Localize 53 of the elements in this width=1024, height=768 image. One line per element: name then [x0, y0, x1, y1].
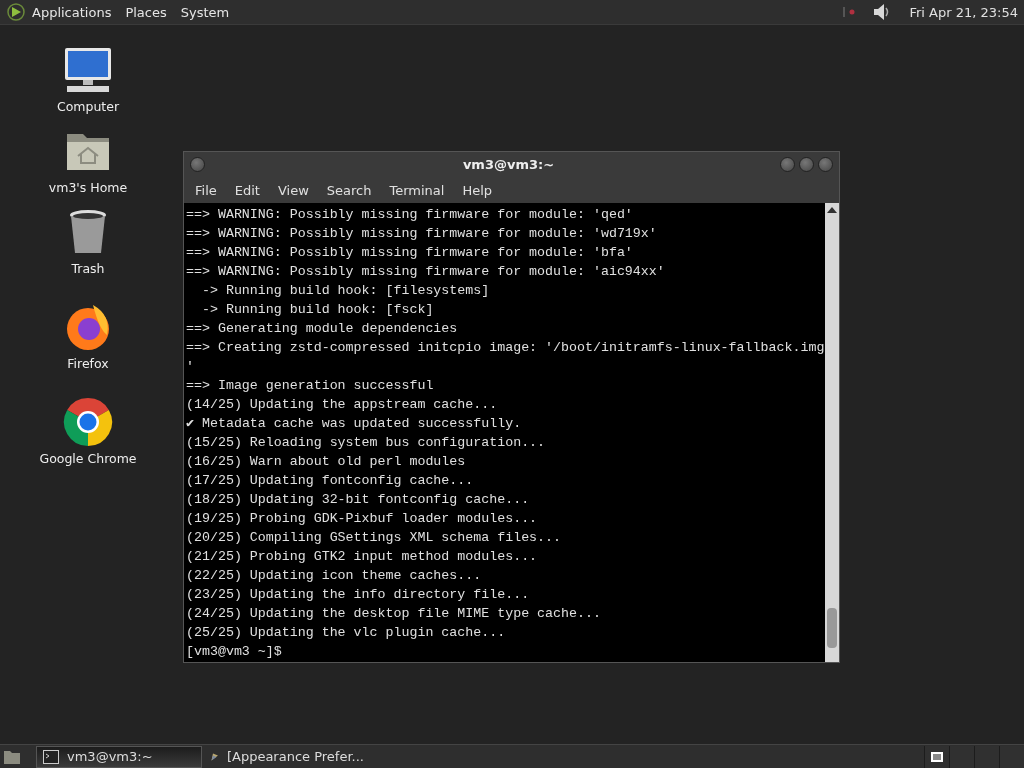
panel-menu[interactable]: System [180, 4, 230, 20]
clock[interactable]: Fri Apr 21, 23:54 [909, 4, 1018, 20]
close-button[interactable] [818, 157, 833, 172]
terminal-line: ==> Generating module dependencies [186, 320, 459, 338]
terminal-line: (16/25) Warn about old perl modules [186, 453, 467, 471]
terminal-line: ==> Creating zstd-compressed initcpio image: '/boot/initramfs-linux-fallback.img [186, 339, 825, 357]
terminal-line: -> Running build hook: [fsck] [200, 301, 435, 319]
terminal-line: [vm3@vm3 ~]$ [186, 643, 283, 661]
desktop-icon-label[interactable]: Computer [56, 99, 120, 114]
terminal-line: (14/25) Updating the appstream cache... [186, 396, 499, 414]
tricolor-circle-icon[interactable] [63, 397, 113, 447]
panel-menu[interactable]: Applications [32, 4, 112, 20]
terminal-line: ==> WARNING: Possibly missing firmware for module: 'qed' [186, 206, 634, 224]
taskbar-button[interactable]: vm3@vm3:~ [36, 745, 202, 768]
menu-item[interactable]: Edit [225, 182, 269, 198]
terminal-line: ==> WARNING: Possibly missing firmware for module: 'wd719x' [186, 225, 658, 243]
taskbar-button[interactable]: [Appearance Prefer... [204, 745, 370, 768]
terminal-line: (22/25) Updating icon theme caches... [186, 567, 483, 585]
menu-item[interactable]: Search [317, 182, 381, 198]
menu-item[interactable]: Help [453, 182, 502, 198]
terminal-line: (25/25) Updating the vlc plugin cache... [186, 624, 507, 642]
terminal-line: (20/25) Compiling GSettings XML schema files... [186, 529, 563, 547]
minimize-button[interactable] [780, 157, 795, 172]
terminal-line: (21/25) Probing GTK2 input method modules... [186, 548, 539, 566]
menu-logo-icon[interactable] [6, 2, 26, 22]
terminal-line: ==> WARNING: Possibly missing firmware for module: 'bfa' [186, 244, 634, 262]
terminal-line: -> Running build hook: [filesystems] [200, 282, 491, 300]
terminal-line: (19/25) Probing GDK-Pixbuf loader modules... [186, 510, 539, 528]
desktop-icon-label[interactable]: vm3's Home [48, 180, 128, 195]
terminal-icon [43, 749, 59, 764]
terminal-line: ✔ Metadata cache was updated successfully. [186, 415, 523, 433]
terminal-line: ' [186, 358, 195, 376]
terminal-line: (17/25) Updating fontconfig cache... [186, 472, 475, 490]
terminal-line: (18/25) Updating 32-bit fontconfig cache... [186, 491, 531, 509]
window-menu-button[interactable] [190, 157, 205, 172]
terminal-line: (15/25) Reloading system bus configuration... [186, 434, 547, 452]
panel-menu[interactable]: Places [125, 4, 167, 20]
desktop-icon-label[interactable]: Firefox [67, 356, 109, 371]
terminal-line: ==> Image generation successful [186, 377, 435, 395]
maximize-button[interactable] [799, 157, 814, 172]
terminal-line: (24/25) Updating the desktop file MIME type cache... [186, 605, 602, 623]
menu-item[interactable]: File [186, 182, 226, 198]
terminal-line: ==> WARNING: Possibly missing firmware for module: 'aic94xx' [186, 263, 666, 281]
scrollbar-thumb[interactable] [827, 608, 837, 648]
desktop-icon-label[interactable]: Google Chrome [39, 451, 137, 466]
terminal-line: (23/25) Updating the info directory file... [186, 586, 531, 604]
menu-item[interactable]: View [268, 182, 318, 198]
scroll-up-icon[interactable] [827, 207, 837, 213]
menu-item[interactable]: Terminal [380, 182, 454, 198]
scrollbar[interactable] [825, 203, 839, 662]
monitor-icon[interactable] [63, 45, 113, 95]
desktop-icon-label[interactable]: Trash [71, 261, 105, 276]
window-title: vm3@vm3:~ [461, 157, 556, 172]
